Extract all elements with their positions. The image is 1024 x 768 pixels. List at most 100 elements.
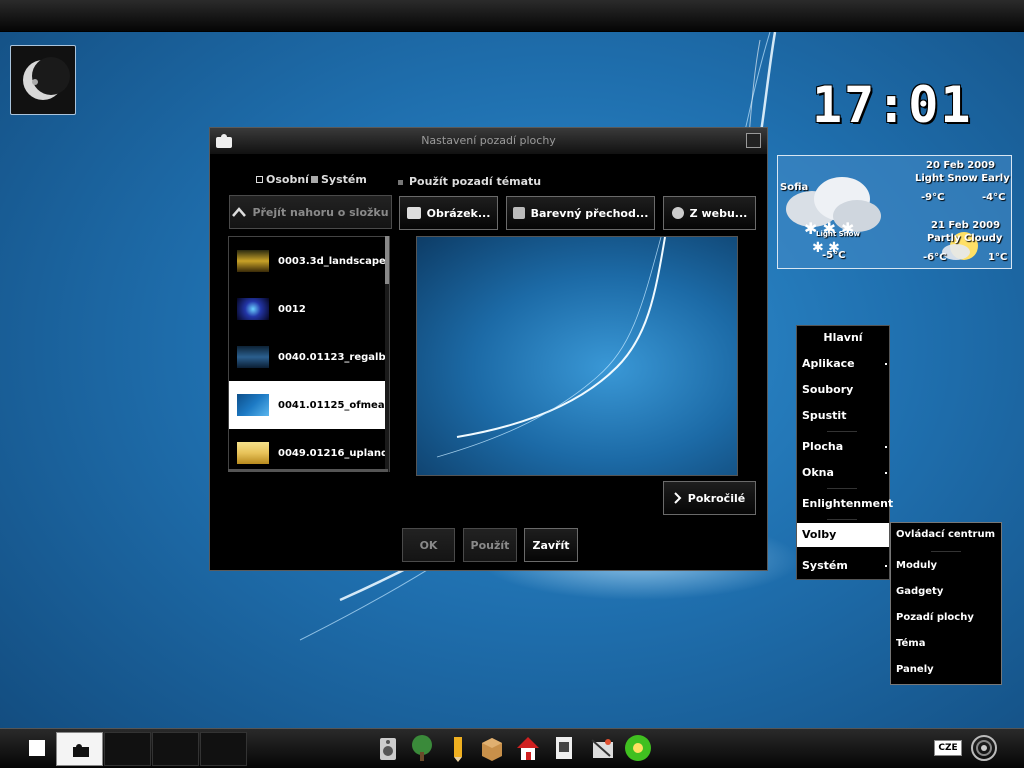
close-icon[interactable] — [746, 133, 761, 148]
weather-today-date: 20 Feb 2009 — [926, 160, 996, 171]
icq-flower-icon[interactable] — [624, 734, 652, 762]
menu-item-windows[interactable]: Okna — [797, 461, 889, 485]
list-horizontal-scrollbar[interactable] — [228, 469, 388, 472]
close-button[interactable]: Zavřít — [524, 528, 578, 562]
list-item[interactable]: 0040.01123_regalbl — [229, 333, 389, 381]
radio-system-indicator — [311, 176, 318, 183]
submenu-arrow-icon — [885, 472, 887, 474]
menu-item-enlightenment[interactable]: Enlightenment — [797, 492, 893, 516]
go-up-folder-label: Přejít nahoru o složku — [252, 205, 389, 219]
advanced-button[interactable]: Pokročilé — [663, 481, 756, 515]
weather-today-condition: Light Snow Early — [915, 173, 1010, 184]
menu-item-label: Aplikace — [802, 357, 855, 370]
gradient-button-label: Barevný přechod... — [530, 206, 649, 220]
system-power-icon[interactable] — [970, 734, 998, 762]
file-name: 0003.3d_landscape_ — [278, 255, 390, 267]
list-scrollbar-thumb[interactable] — [385, 236, 389, 284]
weather-tomorrow-date: 21 Feb 2009 — [931, 220, 1001, 231]
weather-tomorrow-condition: Partly Cloudy — [927, 233, 1003, 244]
tree-icon[interactable] — [408, 734, 436, 762]
chevron-right-icon — [674, 492, 682, 504]
menu-item-desktop[interactable]: Plocha — [797, 435, 889, 459]
list-item-selected[interactable]: 0041.01125_ofmear — [229, 381, 389, 429]
digital-clock: 17:01 — [812, 76, 973, 134]
start-button[interactable] — [29, 740, 45, 756]
submenu-arrow-icon — [885, 363, 887, 365]
go-up-folder-button[interactable]: Přejít nahoru o složku — [229, 195, 392, 229]
submenu-item-panels[interactable]: Panely — [891, 658, 1001, 682]
snow-cloud-icon: ✱ ✱ ✱ ✱ ✱ — [786, 177, 881, 256]
document-icon[interactable] — [550, 734, 578, 762]
chevron-up-icon — [232, 207, 247, 217]
menu-separator — [827, 431, 857, 432]
top-shelf — [0, 0, 1024, 32]
use-theme-background-label: Použít pozadí tématu — [409, 175, 542, 188]
file-thumbnail — [237, 298, 269, 320]
file-thumbnail — [237, 394, 269, 416]
main-menu: Hlavní Aplikace Soubory Spustit Plocha O… — [796, 325, 893, 580]
list-item[interactable]: 0003.3d_landscape_ — [229, 237, 389, 285]
dialog-title: Nastavení pozadí plochy — [421, 134, 556, 147]
home-icon[interactable] — [514, 734, 542, 762]
speaker-icon[interactable] — [374, 734, 402, 762]
radio-system[interactable]: Systém — [311, 173, 367, 186]
menu-item-files[interactable]: Soubory — [797, 378, 889, 402]
radio-personal-label: Osobní — [266, 173, 309, 186]
pager-desktop-3[interactable] — [152, 732, 199, 766]
file-name: 0041.01125_ofmear — [278, 399, 390, 411]
submenu-arrow-icon — [885, 565, 887, 567]
close-button-label: Zavřít — [532, 538, 570, 552]
submenu-item-gadgets[interactable]: Gadgety — [891, 580, 1001, 604]
checkbox-indicator — [398, 180, 403, 185]
menu-item-label: Okna — [802, 466, 834, 479]
moon-desktop-icon[interactable] — [10, 45, 76, 115]
pencil-icon[interactable] — [444, 734, 472, 762]
file-name: 0012 — [278, 303, 306, 315]
image-button-label: Obrázek... — [426, 206, 491, 220]
wallpaper-settings-dialog: Nastavení pozadí plochy Osobní Systém Po… — [209, 127, 768, 571]
image-button[interactable]: Obrázek... — [399, 196, 498, 230]
menu-item-label: Enlightenment — [802, 497, 894, 510]
pager-desktop-1[interactable] — [56, 732, 103, 766]
menu-item-system[interactable]: Systém — [797, 554, 889, 578]
submenu-item-wallpaper[interactable]: Pozadí plochy — [891, 606, 1001, 630]
weather-icon-label: Light Snow — [816, 230, 860, 238]
menu-item-applications[interactable]: Aplikace — [797, 352, 889, 376]
bottom-shelf: CZE — [0, 728, 1024, 768]
use-theme-background-checkbox[interactable]: Použít pozadí tématu — [398, 175, 541, 188]
apply-button[interactable]: Použít — [463, 528, 517, 562]
ok-button-label: OK — [419, 538, 438, 552]
settings-submenu: Ovládací centrum Moduly Gadgety Pozadí p… — [890, 522, 1002, 685]
submenu-item-theme[interactable]: Téma — [891, 632, 1001, 656]
submenu-arrow-icon — [885, 503, 887, 505]
preview-light-streak — [436, 237, 666, 458]
list-item[interactable]: 0049.01216_upland_ — [229, 429, 389, 471]
graphics-icon[interactable] — [588, 734, 616, 762]
wallpaper-file-list[interactable]: 0003.3d_landscape_ 0012 0040.01123_regal… — [228, 236, 390, 472]
dialog-titlebar[interactable]: Nastavení pozadí plochy — [210, 128, 767, 154]
keyboard-layout-indicator[interactable]: CZE — [934, 740, 962, 756]
apply-button-label: Použít — [470, 538, 510, 552]
pager-desktop-4[interactable] — [200, 732, 247, 766]
globe-icon — [671, 207, 684, 219]
menu-item-label: Volby — [802, 528, 837, 541]
gradient-button[interactable]: Barevný přechod... — [506, 196, 655, 230]
radio-system-label: Systém — [321, 173, 367, 186]
radio-personal[interactable]: Osobní — [256, 173, 309, 186]
from-web-button[interactable]: Z webu... — [663, 196, 756, 230]
pager-desktop-2[interactable] — [104, 732, 151, 766]
submenu-item-control-center[interactable]: Ovládací centrum — [891, 523, 1001, 547]
menu-item-settings[interactable]: Volby — [797, 523, 889, 547]
submenu-item-modules[interactable]: Moduly — [891, 554, 1001, 578]
menu-item-run[interactable]: Spustit — [797, 404, 889, 428]
list-item[interactable]: 0012 — [229, 285, 389, 333]
weather-gadget[interactable]: ✱ ✱ ✱ ✱ ✱ Sofia 20 Feb 2009 Light Snow E… — [777, 155, 1012, 269]
gradient-icon — [512, 207, 525, 219]
ok-button[interactable]: OK — [402, 528, 455, 562]
package-icon[interactable] — [478, 734, 506, 762]
weather-tomorrow-high: 1°C — [988, 252, 1008, 263]
menu-item-label: Soubory — [802, 383, 854, 396]
file-thumbnail — [237, 346, 269, 368]
file-thumbnail — [237, 442, 269, 464]
menu-separator — [827, 488, 857, 489]
